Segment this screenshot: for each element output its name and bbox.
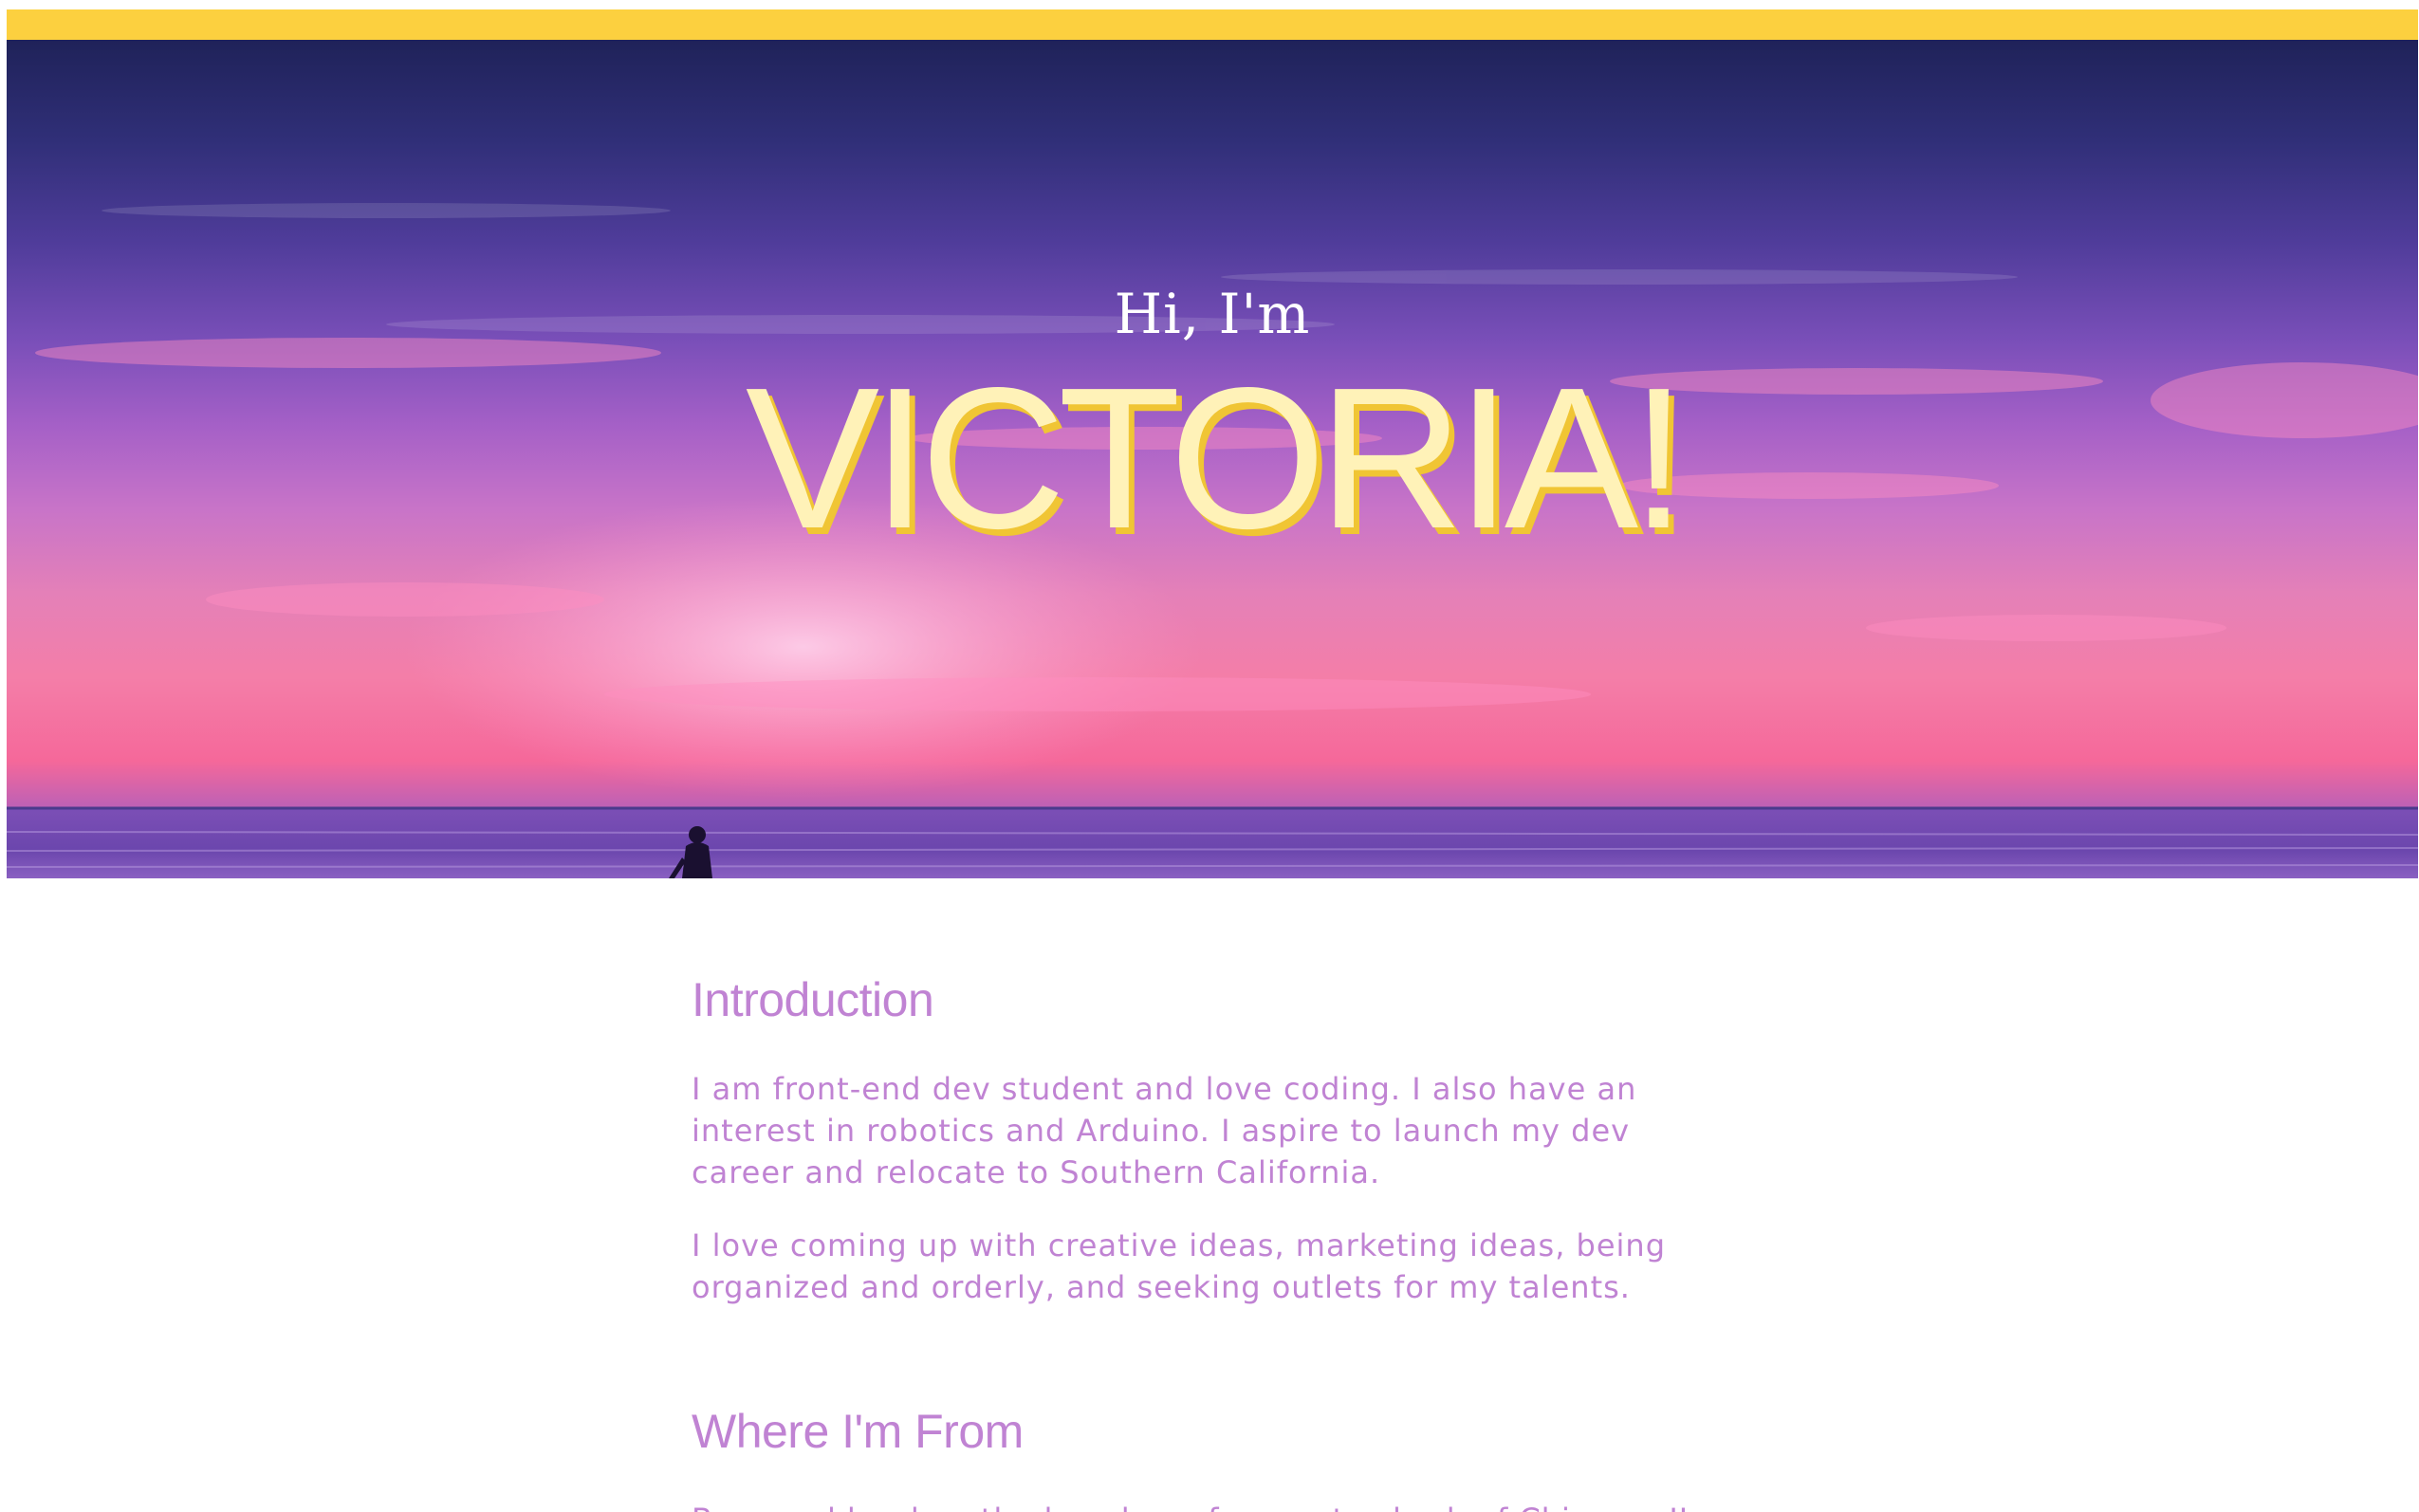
- introduction-paragraph-1: I am front-end dev student and love codi…: [692, 1071, 1637, 1190]
- page: Hi, I'm VICTORIA! Introduction I am fron…: [0, 0, 2419, 1512]
- where-from-paragraph: Born and bred on the beaches of a great …: [692, 1499, 1735, 1512]
- introduction-heading: Introduction: [692, 973, 934, 1026]
- introduction-paragraph-2: I love coming up with creative ideas, ma…: [692, 1227, 1667, 1305]
- where-from-heading: Where I'm From: [692, 1405, 1024, 1458]
- hero-name: VICTORIA!: [745, 345, 1687, 570]
- hero-greeting: Hi, I'm: [1114, 282, 1311, 346]
- top-accent-bar: [7, 9, 2418, 40]
- hero-banner: Hi, I'm VICTORIA!: [7, 40, 2418, 878]
